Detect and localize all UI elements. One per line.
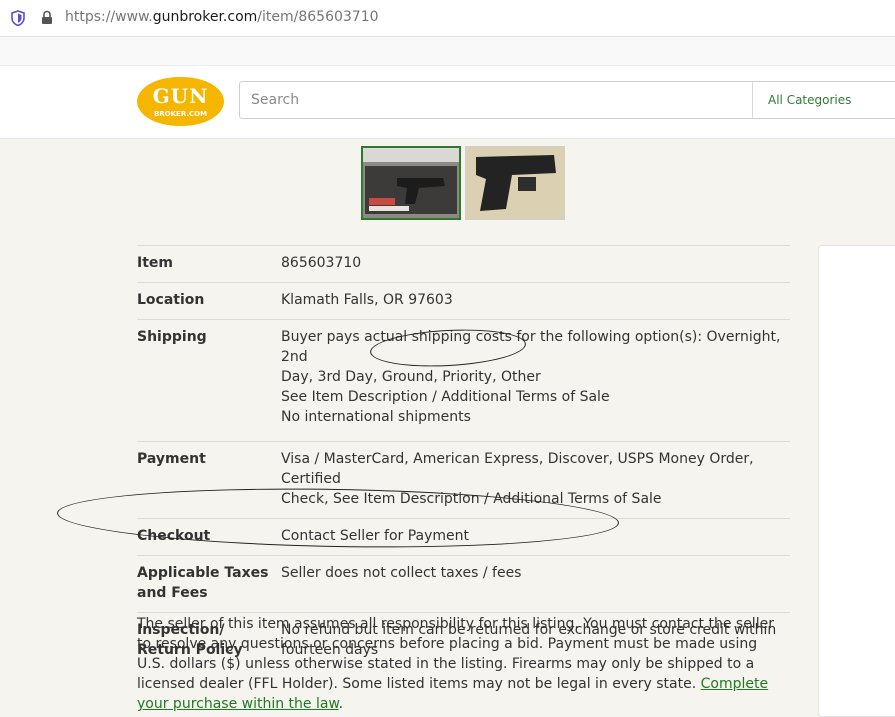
browser-toolbar-strip <box>0 37 895 66</box>
detail-value: Visa / MasterCard, American Express, Dis… <box>281 449 790 509</box>
detail-value: Klamath Falls, OR 97603 <box>281 290 790 310</box>
side-panel <box>818 245 895 717</box>
item-details-table: Item 865603710 Location Klamath Falls, OR 9… <box>137 245 790 669</box>
url-domain: gunbroker.com <box>152 9 258 25</box>
detail-label: Applicable Taxes and Fees <box>137 565 269 601</box>
detail-value-line: Contact Seller for Payment <box>281 528 470 544</box>
detail-label: Location <box>137 292 205 308</box>
detail-value-line: No international shipments <box>281 409 471 425</box>
shield-icon[interactable] <box>11 10 25 30</box>
detail-label: Payment <box>137 451 206 467</box>
detail-row: Payment Visa / MasterCard, American Expre… <box>137 441 790 518</box>
detail-value-line: Seller does not collect taxes / fees <box>281 565 522 581</box>
detail-row: Applicable Taxes and Fees Seller does not… <box>137 555 790 612</box>
detail-value-line: See Item Description / Additional Terms … <box>281 389 610 405</box>
detail-label: Checkout <box>137 528 211 544</box>
detail-value-line: Buyer pays actual shipping costs for the… <box>281 329 781 365</box>
detail-row: Item 865603710 <box>137 245 790 282</box>
logo-text-broker: BROKER.COM <box>153 110 208 118</box>
detail-value-line: Day, 3rd Day, Ground, Priority, Other <box>281 369 541 385</box>
search-input[interactable] <box>239 81 759 119</box>
detail-row: Checkout Contact Seller for Payment <box>137 518 790 555</box>
detail-value: 865603710 <box>281 253 790 273</box>
detail-value: Seller does not collect taxes / fees <box>281 563 790 603</box>
gunbroker-logo[interactable]: GUN BROKER.COM <box>137 77 224 126</box>
lock-icon[interactable] <box>41 10 53 29</box>
detail-row: Shipping Buyer pays actual shipping costs… <box>137 319 790 441</box>
url-prefix: https://www. <box>65 9 153 25</box>
detail-value-line: Visa / MasterCard, American Express, Dis… <box>281 451 754 487</box>
url-path: /item/865603710 <box>257 9 379 25</box>
detail-value-line: 865603710 <box>281 255 362 271</box>
notice-text: The seller of this item assumes all resp… <box>137 616 774 692</box>
detail-value: Contact Seller for Payment <box>281 526 790 546</box>
category-select[interactable]: All Categories <box>752 81 895 119</box>
detail-row: Location Klamath Falls, OR 97603 <box>137 282 790 319</box>
item-thumbnail-1[interactable] <box>361 146 461 220</box>
item-thumbnail-2[interactable] <box>465 146 565 220</box>
logo-text-gun: GUN <box>152 84 209 108</box>
detail-value-line: Check, See Item Description / Additional… <box>281 491 662 507</box>
browser-url-bar: https://www.gunbroker.com/item/865603710 <box>0 0 895 37</box>
site-header: GUN BROKER.COM All Categories <box>0 66 895 139</box>
detail-value-line: Klamath Falls, OR 97603 <box>281 292 453 308</box>
detail-label: Item <box>137 255 173 271</box>
detail-label: Shipping <box>137 329 207 345</box>
legal-notice: The seller of this item assumes all resp… <box>137 614 787 714</box>
detail-value: Buyer pays actual shipping costs for the… <box>281 327 790 427</box>
notice-end: . <box>338 696 344 712</box>
url-text[interactable]: https://www.gunbroker.com/item/865603710 <box>65 9 379 25</box>
